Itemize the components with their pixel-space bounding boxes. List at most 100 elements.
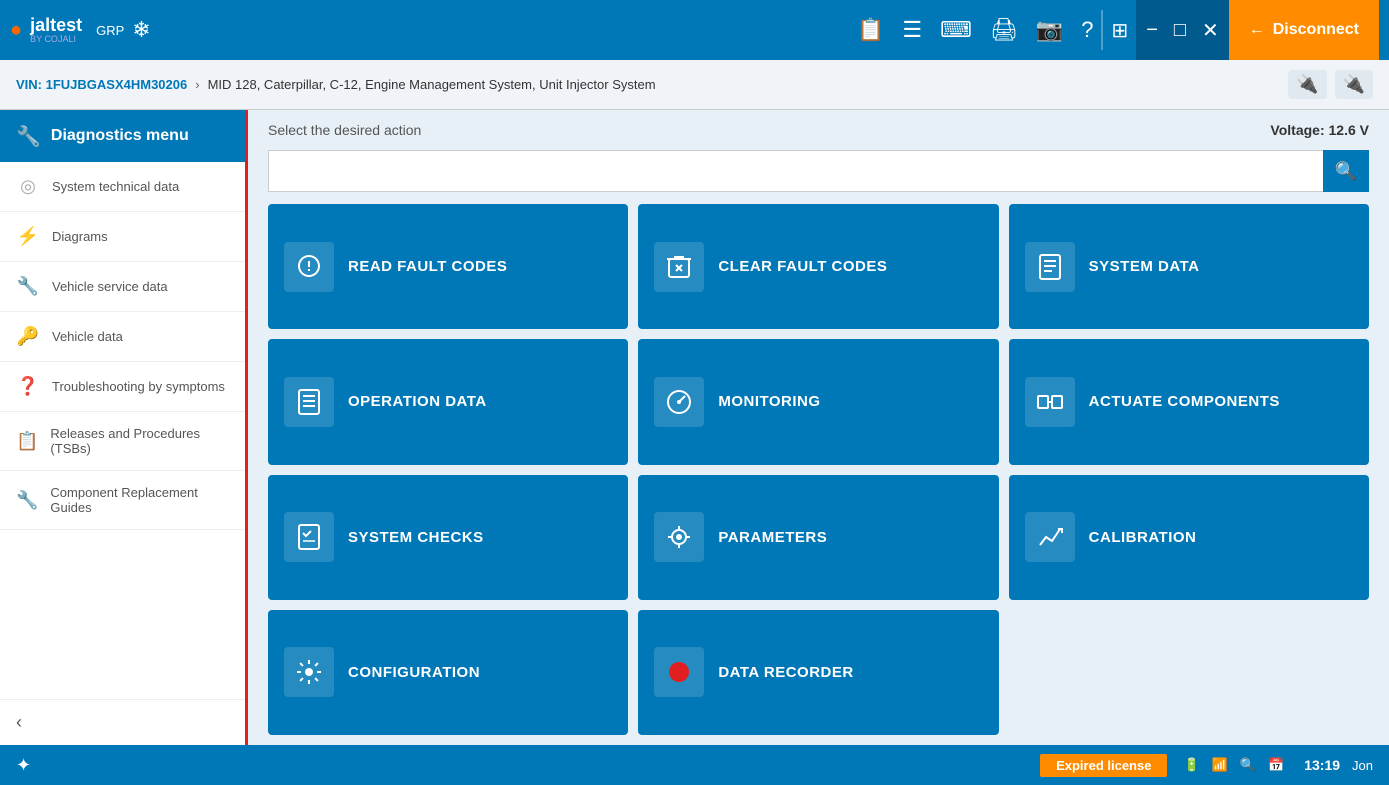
actuate-components-label: ACTUATE COMPONENTS	[1089, 393, 1280, 410]
breadcrumb-vin[interactable]: VIN: 1FUJBGASX4HM30206	[16, 77, 187, 92]
read-fault-codes-label: READ FAULT CODES	[348, 258, 507, 275]
help-icon[interactable]: ?	[1081, 17, 1093, 43]
action-grid: READ FAULT CODES CLEAR FAULT CODES	[248, 204, 1389, 745]
data-recorder-label: DATA RECORDER	[718, 664, 853, 681]
select-action-text: Select the desired action	[268, 122, 421, 138]
configuration-label: CONFIGURATION	[348, 664, 480, 681]
voltage-text: Voltage: 12.6 V	[1270, 122, 1369, 138]
read-fault-codes-tile[interactable]: READ FAULT CODES	[268, 204, 628, 329]
logo-block: jaltest BY COJALI	[30, 16, 82, 44]
test-icon-2[interactable]: 🔌	[1335, 70, 1373, 99]
test-icons: 🔌 🔌	[1288, 70, 1373, 99]
maximize-button[interactable]: □	[1174, 19, 1186, 42]
logo-text: jaltest	[30, 16, 82, 34]
sidebar-item-vehicle-service-data[interactable]: 🔧 Vehicle service data	[0, 262, 245, 312]
minimize-button[interactable]: −	[1146, 19, 1158, 42]
voltage-label: Voltage:	[1270, 122, 1324, 138]
logo-dot: ●	[10, 19, 22, 42]
camera-icon[interactable]: 📷	[1036, 17, 1063, 43]
sidebar-items: ◎ System technical data ⚡ Diagrams 🔧 Veh…	[0, 162, 245, 699]
logo-by: BY COJALI	[30, 34, 82, 44]
configuration-tile[interactable]: CONFIGURATION	[268, 610, 628, 735]
system-data-icon	[1025, 242, 1075, 292]
sidebar-item-diagrams[interactable]: ⚡ Diagrams	[0, 212, 245, 262]
empty-tile	[1009, 610, 1369, 735]
read-fault-codes-icon	[284, 242, 334, 292]
system-data-icon: ◎	[16, 176, 40, 197]
actuate-components-tile[interactable]: ACTUATE COMPONENTS	[1009, 339, 1369, 464]
bluetooth-icon: ✦	[16, 755, 31, 776]
vehicle-service-icon: 🔧	[16, 276, 40, 297]
voltage-value: 12.6 V	[1329, 122, 1369, 138]
releases-icon: 📋	[16, 431, 38, 452]
clear-fault-codes-icon	[654, 242, 704, 292]
sidebar-item-troubleshooting[interactable]: ❓ Troubleshooting by symptoms	[0, 362, 245, 412]
search-button[interactable]: 🔍	[1323, 150, 1369, 192]
sidebar-item-label: Vehicle service data	[52, 279, 168, 294]
content-header: Select the desired action Voltage: 12.6 …	[248, 110, 1389, 150]
bottom-status-icons: 🔋 📶 🔍 📅 13:19 Jon	[1183, 757, 1373, 773]
data-recorder-tile[interactable]: DATA RECORDER	[638, 610, 998, 735]
sidebar-item-label: Vehicle data	[52, 329, 123, 344]
diagnostics-icon: 🔧	[16, 124, 41, 149]
grp-label: GRP	[96, 23, 124, 38]
main-layout: 🔧 Diagnostics menu ◎ System technical da…	[0, 110, 1389, 745]
search-bar: 🔍	[248, 150, 1389, 204]
logo-area: ● jaltest BY COJALI GRP ❄	[10, 16, 151, 44]
disconnect-label: Disconnect	[1273, 21, 1359, 39]
breadcrumb-bar: VIN: 1FUJBGASX4HM30206 › MID 128, Caterp…	[0, 60, 1389, 110]
battery-icon: 🔋	[1183, 757, 1199, 773]
system-data-tile[interactable]: SYSTEM DATA	[1009, 204, 1369, 329]
keyboard-icon[interactable]: ⌨	[940, 17, 972, 43]
parameters-tile[interactable]: PARAMETERS	[638, 475, 998, 600]
diagrams-icon: ⚡	[16, 226, 40, 247]
system-data-label: SYSTEM DATA	[1089, 258, 1200, 275]
top-header: ● jaltest BY COJALI GRP ❄ 📋 ☰ ⌨ 🖨 📷 ? ⊞ …	[0, 0, 1389, 60]
sidebar-item-label: Component Replacement Guides	[50, 485, 229, 515]
operation-data-tile[interactable]: OPERATION DATA	[268, 339, 628, 464]
close-button[interactable]: ✕	[1202, 18, 1219, 43]
configuration-icon	[284, 647, 334, 697]
system-checks-tile[interactable]: SYSTEM CHECKS	[268, 475, 628, 600]
sidebar-item-component-replacement[interactable]: 🔧 Component Replacement Guides	[0, 471, 245, 530]
calibration-icon	[1025, 512, 1075, 562]
disconnect-button[interactable]: ← Disconnect	[1229, 0, 1379, 60]
list-icon[interactable]: ☰	[902, 17, 922, 43]
snowflake-icon: ❄	[132, 17, 150, 43]
sidebar-header: 🔧 Diagnostics menu	[0, 110, 245, 162]
clear-fault-codes-tile[interactable]: CLEAR FAULT CODES	[638, 204, 998, 329]
system-checks-label: SYSTEM CHECKS	[348, 529, 484, 546]
sidebar-item-label: Diagrams	[52, 229, 108, 244]
monitoring-tile[interactable]: MONITORING	[638, 339, 998, 464]
vehicle-data-icon: 🔑	[16, 326, 40, 347]
search-input[interactable]	[268, 150, 1323, 192]
test-icon-1[interactable]: 🔌	[1288, 70, 1326, 99]
clock-display: 13:19	[1304, 757, 1340, 773]
troubleshooting-icon: ❓	[16, 376, 40, 397]
sidebar-item-vehicle-data[interactable]: 🔑 Vehicle data	[0, 312, 245, 362]
parameters-icon	[654, 512, 704, 562]
clipboard-icon[interactable]: 📋	[857, 17, 884, 43]
parameters-label: PARAMETERS	[718, 529, 827, 546]
breadcrumb-mid: MID 128, Caterpillar, C-12, Engine Manag…	[208, 77, 656, 92]
print-icon[interactable]: 🖨	[990, 17, 1018, 43]
sidebar-collapse-button[interactable]: ‹	[0, 699, 245, 745]
calibration-tile[interactable]: CALIBRATION	[1009, 475, 1369, 600]
operation-data-label: OPERATION DATA	[348, 393, 487, 410]
header-icons: 📋 ☰ ⌨ 🖨 📷 ?	[857, 17, 1094, 43]
back-arrow-icon: ←	[1249, 21, 1265, 39]
search-icon: 🔍	[1335, 161, 1357, 182]
system-checks-icon	[284, 512, 334, 562]
sidebar-item-label: System technical data	[52, 179, 179, 194]
grid-icon[interactable]: ⊞	[1111, 18, 1128, 43]
sidebar-item-label: Troubleshooting by symptoms	[52, 379, 225, 394]
zoom-icon: 🔍	[1240, 757, 1256, 773]
sidebar-item-releases[interactable]: 📋 Releases and Procedures (TSBs)	[0, 412, 245, 471]
actuate-components-icon	[1025, 377, 1075, 427]
expired-license-badge: Expired license	[1040, 754, 1167, 777]
monitoring-icon	[654, 377, 704, 427]
window-controls: − □ ✕	[1136, 0, 1229, 60]
wifi-icon: 📶	[1212, 757, 1228, 773]
sidebar-item-system-technical-data[interactable]: ◎ System technical data	[0, 162, 245, 212]
calibration-label: CALIBRATION	[1089, 529, 1197, 546]
